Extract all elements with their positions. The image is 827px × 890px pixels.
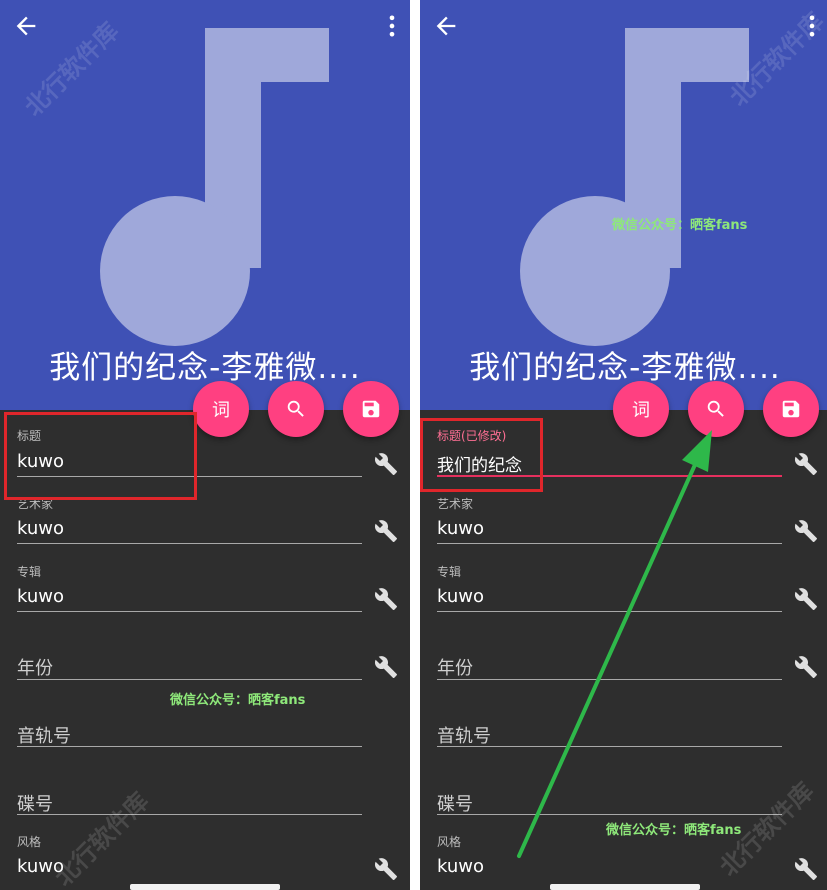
artist-input[interactable]: kuwo — [437, 518, 484, 539]
track-number-input[interactable]: 音轨号 — [17, 722, 71, 748]
track-number-underline — [17, 746, 362, 747]
song-title: 我们的纪念-李雅微.... — [469, 350, 781, 386]
search-button[interactable] — [268, 381, 324, 437]
disc-number-underline — [17, 814, 362, 815]
year-input[interactable]: 年份 — [17, 654, 53, 680]
more-vert-icon[interactable] — [386, 12, 398, 40]
wrench-icon[interactable] — [374, 452, 398, 476]
field-label-album: 专辑 — [17, 565, 42, 579]
album-underline — [437, 611, 782, 612]
album-underline — [17, 611, 362, 612]
field-label-genre: 风格 — [437, 835, 462, 849]
field-label-genre: 风格 — [17, 835, 42, 849]
wrench-icon[interactable] — [794, 519, 818, 543]
disc-number-input[interactable]: 碟号 — [437, 790, 473, 816]
disc-number-underline — [437, 814, 782, 815]
search-button[interactable] — [688, 381, 744, 437]
song-title: 我们的纪念-李雅微.... — [49, 350, 361, 386]
music-note-icon — [520, 28, 749, 346]
site-watermark: 北行软件库 — [49, 786, 155, 890]
watermark-text: 微信公众号：晒客fans — [170, 693, 306, 708]
editor-screen-after: 微信公众号：晒客fans 我们的纪念-李雅微.... 词 标题(已修改) 我们的… — [420, 0, 827, 890]
track-number-input[interactable]: 音轨号 — [437, 722, 491, 748]
wrench-icon[interactable] — [794, 452, 818, 476]
album-input[interactable]: kuwo — [17, 586, 64, 607]
back-arrow-icon[interactable] — [12, 12, 40, 40]
wrench-icon[interactable] — [374, 655, 398, 679]
wrench-icon[interactable] — [794, 587, 818, 611]
wrench-icon[interactable] — [374, 587, 398, 611]
lyrics-button[interactable]: 词 — [613, 381, 669, 437]
music-note-icon — [100, 28, 329, 346]
artist-underline — [17, 543, 362, 544]
wrench-icon[interactable] — [794, 857, 818, 881]
disc-number-input[interactable]: 碟号 — [17, 790, 53, 816]
editor-screen-before: 我们的纪念-李雅微.... 词 标题 kuwo 艺术家 kuwo 专辑 kuwo… — [0, 0, 410, 890]
panel-divider — [410, 0, 420, 890]
year-underline — [17, 679, 362, 680]
wrench-icon[interactable] — [374, 857, 398, 881]
artist-underline — [437, 543, 782, 544]
highlight-box — [420, 418, 543, 492]
watermark-text: 微信公众号：晒客fans — [612, 218, 748, 233]
field-label-artist: 艺术家 — [437, 497, 474, 511]
year-input[interactable]: 年份 — [437, 654, 473, 680]
nav-bar — [550, 884, 700, 890]
field-label-album: 专辑 — [437, 565, 462, 579]
year-underline — [437, 679, 782, 680]
genre-input[interactable]: kuwo — [437, 856, 484, 877]
watermark-text: 微信公众号：晒客fans — [606, 823, 742, 838]
save-button[interactable] — [763, 381, 819, 437]
wrench-icon[interactable] — [794, 655, 818, 679]
album-input[interactable]: kuwo — [437, 586, 484, 607]
wrench-icon[interactable] — [374, 519, 398, 543]
back-arrow-icon[interactable] — [432, 12, 460, 40]
search-icon — [707, 400, 724, 417]
save-icon — [782, 400, 800, 418]
track-number-underline — [437, 746, 782, 747]
search-icon — [287, 400, 304, 417]
nav-bar — [130, 884, 280, 890]
artist-input[interactable]: kuwo — [17, 518, 64, 539]
save-icon — [362, 400, 380, 418]
highlight-box — [4, 412, 197, 500]
save-button[interactable] — [343, 381, 399, 437]
lyrics-button[interactable]: 词 — [193, 381, 249, 437]
